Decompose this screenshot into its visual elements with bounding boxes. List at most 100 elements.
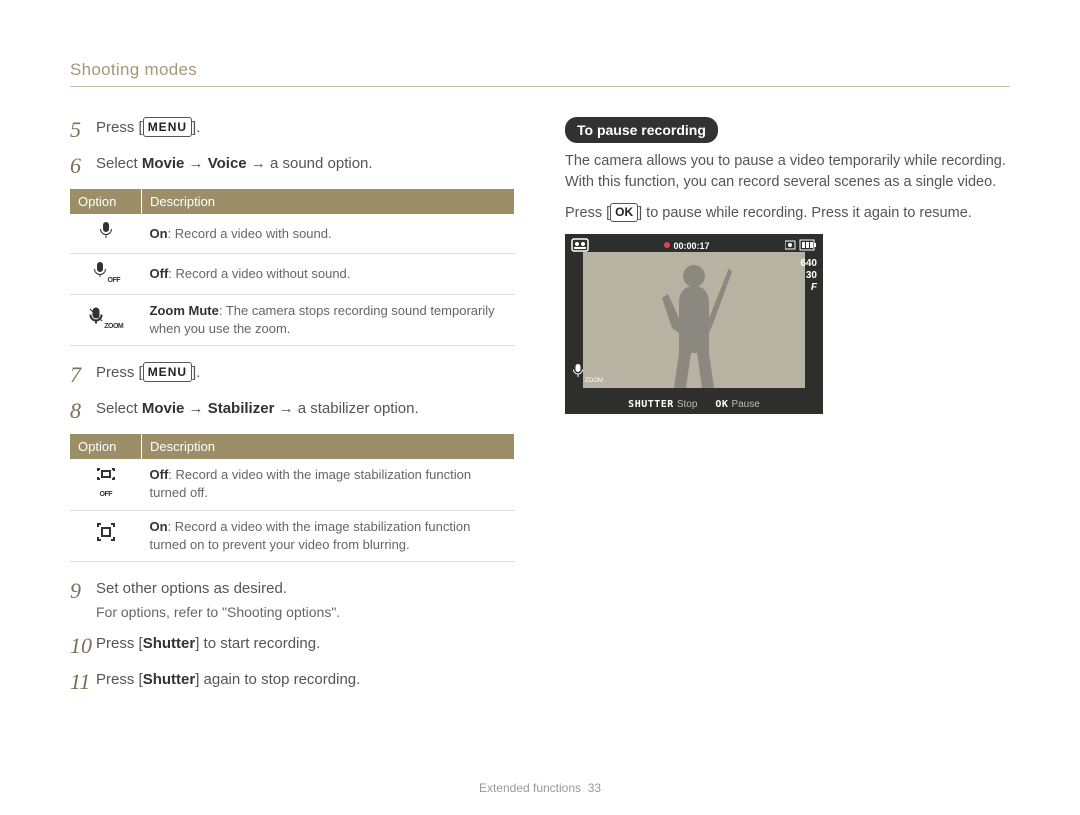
ok-button-label: OK — [610, 203, 638, 222]
mic-on-icon — [98, 221, 114, 246]
voice-options-table: Option Description On: Record a video wi… — [70, 189, 515, 346]
step-8: 8 Select Movie → Stabilizer → a stabiliz… — [70, 398, 515, 424]
step-number: 11 — [70, 669, 96, 695]
shutter-action: Stop — [677, 399, 698, 410]
th-description: Description — [142, 434, 515, 459]
on-label: On — [150, 519, 168, 534]
table-row: On: Record a video with sound. — [70, 214, 515, 254]
arrow: → — [184, 400, 207, 417]
menu-button-label: MENU — [143, 117, 192, 137]
menu-button-label: MENU — [143, 362, 192, 382]
text: : Record a video without sound. — [168, 266, 350, 281]
arrow: → — [247, 155, 270, 172]
text: ] to start recording. — [195, 635, 320, 652]
td-desc: Zoom Mute: The camera stops recording so… — [142, 294, 515, 345]
stabilizer-options-table: Option Description OFF Off: Record a vid… — [70, 434, 515, 562]
shutter-label: Shutter — [143, 635, 196, 652]
step-number: 6 — [70, 153, 96, 179]
resolution-indicator: 640 — [800, 258, 817, 270]
th-option: Option — [70, 434, 142, 459]
arrow: → — [184, 155, 207, 172]
text: : Record a video with the image stabiliz… — [150, 467, 472, 500]
movie-label: Movie — [142, 155, 185, 172]
step-number: 8 — [70, 398, 96, 424]
paragraph: The camera allows you to pause a video t… — [565, 151, 1010, 193]
voice-label: Voice — [208, 155, 247, 172]
record-dot-icon — [664, 242, 670, 248]
step-7: 7 Press [MENU]. — [70, 362, 515, 388]
stabilizer-on-icon — [96, 522, 116, 549]
ok-key-label: OK — [715, 399, 728, 410]
table-row: OFF Off: Record a video without sound. — [70, 254, 515, 294]
pause-recording-heading: To pause recording — [565, 117, 718, 143]
text: a stabilizer option. — [298, 400, 419, 417]
td-desc: On: Record a video with the image stabil… — [142, 510, 515, 561]
step-body: Press [Shutter] again to stop recording. — [96, 669, 360, 692]
table-row: OFF Off: Record a video with the image s… — [70, 459, 515, 510]
arrow: → — [274, 400, 297, 417]
step-body: Select Movie → Voice → a sound option. — [96, 153, 373, 176]
shutter-key-label: SHUTTER — [628, 399, 674, 410]
paragraph: Press [OK] to pause while recording. Pre… — [565, 203, 1010, 224]
td-desc: On: Record a video with sound. — [142, 214, 515, 254]
page-footer: Extended functions 33 — [0, 781, 1080, 795]
shutter-label: Shutter — [143, 671, 196, 688]
fps-unit: F — [800, 282, 817, 294]
step-11: 11 Press [Shutter] again to stop recordi… — [70, 669, 515, 695]
zoom-mute-label: Zoom Mute — [150, 303, 219, 318]
text: Set other options as desired. — [96, 578, 340, 601]
off-label: Off — [150, 467, 169, 482]
person-silhouette-icon — [654, 258, 734, 388]
step-6: 6 Select Movie → Voice → a sound option. — [70, 153, 515, 179]
text: : Record a video with the image stabiliz… — [150, 519, 471, 552]
text: ] to pause while recording. Press it aga… — [638, 205, 972, 221]
stabilizer-off-icon: OFF — [96, 467, 116, 500]
footer-section: Extended functions — [479, 781, 581, 795]
text: Select — [96, 155, 142, 172]
off-label: Off — [150, 266, 169, 281]
td-desc: Off: Record a video without sound. — [142, 254, 515, 294]
movie-mode-icon — [571, 238, 589, 254]
text: Press [ — [96, 671, 143, 688]
step-body: Press [MENU]. — [96, 117, 200, 140]
mic-zoom-mute-icon: ZOOM — [88, 307, 123, 332]
table-row: On: Record a video with the image stabil… — [70, 510, 515, 561]
left-column: 5 Press [MENU]. 6 Select Movie → Voice →… — [70, 117, 515, 705]
mic-zoom-indicator-icon: ZOOM — [571, 363, 603, 384]
fps-indicator: 30 — [806, 270, 817, 281]
step-5: 5 Press [MENU]. — [70, 117, 515, 143]
text: Press [ — [565, 205, 610, 221]
text: Press [ — [96, 119, 143, 136]
section-header: Shooting modes — [70, 60, 1010, 87]
td-desc: Off: Record a video with the image stabi… — [142, 459, 515, 510]
page-number: 33 — [588, 781, 601, 795]
text: Select — [96, 400, 142, 417]
movie-label: Movie — [142, 400, 185, 417]
step-number: 5 — [70, 117, 96, 143]
recording-timer: 00:00:17 — [673, 241, 709, 251]
table-row: ZOOM Zoom Mute: The camera stops recordi… — [70, 294, 515, 345]
th-option: Option — [70, 189, 142, 214]
text: ]. — [192, 364, 200, 381]
on-label: On — [150, 226, 168, 241]
step-9: 9 Set other options as desired. For opti… — [70, 578, 515, 624]
text: ] again to stop recording. — [195, 671, 360, 688]
stabilizer-label: Stabilizer — [208, 400, 275, 417]
right-column: To pause recording The camera allows you… — [565, 117, 1010, 705]
text: For options, refer to "Shooting options"… — [96, 602, 340, 623]
step-number: 10 — [70, 633, 96, 659]
camera-preview-screen: 00:00:17 640 30 F ZOOM SHUTTERStop OKPau… — [565, 234, 823, 414]
text: ]. — [192, 119, 200, 136]
storage-battery-icon — [785, 239, 817, 251]
text: : Record a video with sound. — [168, 226, 332, 241]
ok-action: Pause — [731, 399, 759, 410]
text: a sound option. — [270, 155, 373, 172]
mic-off-icon: OFF — [92, 261, 121, 286]
th-description: Description — [142, 189, 515, 214]
step-10: 10 Press [Shutter] to start recording. — [70, 633, 515, 659]
step-body: Set other options as desired. For option… — [96, 578, 340, 624]
step-body: Press [MENU]. — [96, 362, 200, 385]
text: Press [ — [96, 364, 143, 381]
step-number: 9 — [70, 578, 96, 604]
step-body: Press [Shutter] to start recording. — [96, 633, 320, 656]
